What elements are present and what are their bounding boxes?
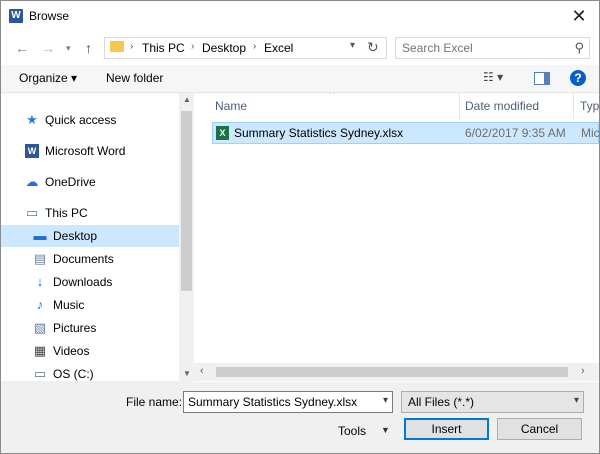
column-header-date-modified[interactable]: Date modified	[465, 99, 539, 113]
sidebar-item-label: Desktop	[53, 229, 98, 243]
sidebar-item-music[interactable]: ♪ Music	[1, 294, 179, 316]
drive-icon: ▭	[33, 366, 47, 381]
file-name: Summary Statistics Sydney.xlsx	[234, 126, 404, 140]
videos-icon: ▦	[33, 343, 47, 358]
help-icon[interactable]: ?	[570, 70, 586, 86]
search-icon: ⚲	[574, 40, 584, 55]
sidebar-item-pictures[interactable]: ▧ Pictures	[1, 317, 179, 339]
scroll-left-icon[interactable]: ‹	[200, 365, 204, 377]
sidebar-item-quick-access[interactable]: ★ Quick access	[1, 109, 179, 131]
recent-locations-chevron-icon[interactable]: ▾	[66, 43, 71, 54]
sidebar-item-desktop[interactable]: ▬ Desktop	[1, 225, 179, 247]
close-icon[interactable]: ✕	[567, 4, 591, 28]
file-name-input[interactable]	[188, 394, 368, 410]
dialog-footer: File name: ▾ All Files (*.*) ▾ Tools ▼ I…	[1, 382, 599, 453]
file-name-combobox[interactable]: ▾	[183, 391, 393, 413]
sidebar-item-label: Music	[53, 298, 85, 312]
chevron-right-icon: ›	[253, 41, 257, 52]
sidebar-item-onedrive[interactable]: ☁ OneDrive	[1, 171, 179, 193]
chevron-down-icon[interactable]: ▼	[381, 425, 390, 435]
sidebar-item-downloads[interactable]: ↓ Downloads	[1, 271, 179, 293]
sidebar-item-label: Downloads	[53, 275, 113, 289]
sort-ascending-icon: ^	[330, 93, 335, 100]
address-bar[interactable]: › This PC › Desktop › Excel ▾ ↻	[104, 37, 387, 59]
sidebar-item-label: OS (C:)	[53, 367, 94, 381]
title-bar: W Browse ✕	[1, 1, 599, 31]
scrollbar-thumb[interactable]	[216, 367, 568, 377]
sidebar-item-label: Quick access	[45, 113, 117, 127]
column-header-type[interactable]: Typ	[580, 99, 599, 113]
navigation-bar: ← → ▾ ↑ › This PC › Desktop › Excel ▾ ↻ …	[1, 31, 599, 65]
search-box[interactable]: ⚲	[395, 37, 590, 59]
word-icon: W	[25, 144, 39, 158]
sidebar-item-label: This PC	[45, 206, 88, 220]
file-type: Mic	[581, 126, 599, 140]
download-icon: ↓	[36, 274, 44, 289]
music-icon: ♪	[36, 297, 44, 312]
cancel-button[interactable]: Cancel	[497, 418, 582, 440]
chevron-down-icon: ▾	[573, 395, 579, 406]
organize-button[interactable]: Organize ▾	[19, 71, 77, 85]
chevron-down-icon[interactable]: ▾	[383, 395, 388, 406]
file-list-horizontal-scrollbar[interactable]: ‹ ›	[194, 363, 599, 381]
column-divider[interactable]	[459, 93, 460, 119]
navigation-pane: ★ Quick access W Microsoft Word ☁ OneDri…	[1, 93, 179, 381]
sidebar-item-label: OneDrive	[45, 175, 96, 189]
scroll-down-icon[interactable]: ▼	[183, 369, 191, 378]
word-app-icon: W	[9, 9, 23, 23]
up-arrow-icon[interactable]: ↑	[85, 40, 92, 56]
chevron-right-icon: ›	[130, 41, 134, 52]
sidebar-item-label: Documents	[53, 252, 114, 266]
change-view-icon[interactable]: ☷ ▾	[483, 70, 503, 84]
scroll-right-icon[interactable]: ›	[581, 365, 585, 377]
breadcrumb-this-pc[interactable]: This PC	[142, 41, 185, 55]
nav-pane-scrollbar[interactable]: ▲ ▼	[179, 93, 194, 381]
insert-button[interactable]: Insert	[404, 418, 489, 440]
address-dropdown-icon[interactable]: ▾	[350, 40, 355, 51]
chevron-right-icon: ›	[191, 41, 195, 52]
breadcrumb-desktop[interactable]: Desktop	[202, 41, 246, 55]
sidebar-item-label: Pictures	[53, 321, 97, 335]
documents-icon: ▤	[33, 251, 47, 266]
computer-icon: ▭	[25, 205, 39, 220]
sidebar-item-videos[interactable]: ▦ Videos	[1, 340, 179, 362]
sidebar-item-microsoft-word[interactable]: W Microsoft Word	[1, 140, 179, 162]
desktop-icon: ▬	[33, 228, 47, 243]
sidebar-item-this-pc[interactable]: ▭ This PC	[1, 202, 179, 224]
scrollbar-thumb[interactable]	[181, 111, 192, 291]
new-folder-button[interactable]: New folder	[106, 71, 163, 85]
file-name-label: File name:	[126, 395, 183, 409]
scroll-up-icon[interactable]: ▲	[183, 95, 191, 104]
preview-pane-icon[interactable]	[534, 72, 550, 85]
browse-dialog: W Browse ✕ ← → ▾ ↑ › This PC › Desktop ›…	[0, 0, 600, 454]
tools-button[interactable]: Tools	[338, 424, 366, 438]
sidebar-item-label: Videos	[53, 344, 90, 358]
search-input[interactable]	[402, 40, 562, 56]
window-title: Browse	[29, 9, 70, 23]
star-icon: ★	[26, 112, 38, 127]
excel-file-icon: X	[216, 126, 229, 140]
command-bar: Organize ▾ New folder ☷ ▾ ?	[1, 65, 599, 93]
back-arrow-icon[interactable]: ←	[15, 40, 29, 56]
file-row[interactable]: X Summary Statistics Sydney.xlsx 6/02/20…	[212, 122, 599, 144]
folder-icon	[110, 41, 124, 52]
column-header-name[interactable]: Name	[215, 99, 247, 113]
pictures-icon: ▧	[33, 320, 47, 335]
sidebar-item-os-c[interactable]: ▭ OS (C:)	[1, 363, 179, 382]
file-date-modified: 6/02/2017 9:35 AM	[465, 126, 566, 140]
file-type-value: All Files (*.*)	[408, 395, 475, 409]
file-type-select[interactable]: All Files (*.*) ▾	[401, 391, 584, 413]
cloud-icon: ☁	[25, 174, 39, 189]
sidebar-item-label: Microsoft Word	[45, 144, 126, 158]
sidebar-item-documents[interactable]: ▤ Documents	[1, 248, 179, 270]
forward-arrow-icon[interactable]: →	[41, 40, 55, 56]
column-divider[interactable]	[573, 93, 574, 119]
file-list-pane: ^ Name Date modified Typ X Summary Stati…	[194, 93, 599, 383]
breadcrumb-excel[interactable]: Excel	[264, 41, 293, 55]
refresh-icon[interactable]: ↻	[367, 39, 379, 56]
